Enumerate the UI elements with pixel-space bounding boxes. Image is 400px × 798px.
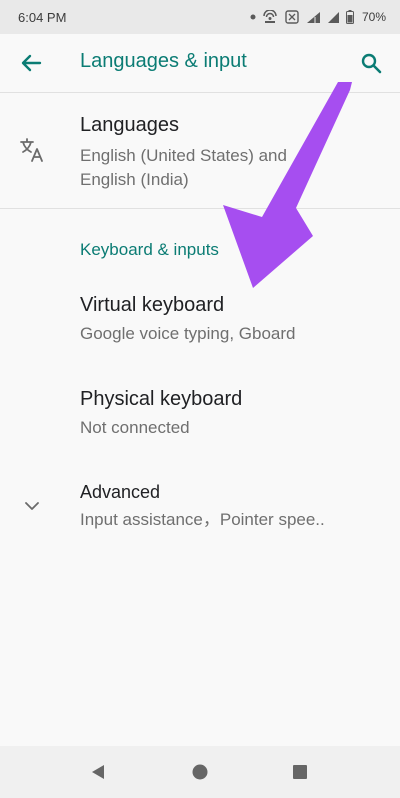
home-circle-icon: [192, 764, 208, 780]
languages-item[interactable]: Languages English (United States) and En…: [0, 92, 400, 209]
status-bar: 6:04 PM 70%: [0, 0, 400, 34]
nav-recents-button[interactable]: [286, 758, 314, 786]
page-title: Languages & input: [80, 50, 247, 72]
back-triangle-icon: [92, 765, 104, 779]
wifi-icon: [306, 11, 320, 23]
app-bar: Languages & input: [0, 34, 400, 93]
hotspot-icon: [263, 10, 277, 23]
nav-back-button[interactable]: [84, 758, 112, 786]
back-button[interactable]: [16, 48, 46, 78]
physical-keyboard-title: Physical keyboard: [80, 388, 243, 410]
virtual-keyboard-subtitle: Google voice typing, Gboard: [80, 324, 296, 343]
nav-home-button[interactable]: [186, 758, 214, 786]
battery-icon: [345, 10, 354, 24]
navigation-bar: [0, 746, 400, 798]
physical-keyboard-item[interactable]: Physical keyboard Not connected: [0, 376, 400, 460]
languages-subtitle-line1: English (United States) and: [80, 146, 287, 165]
advanced-subtitle: Input assistance，Pointer spee..: [80, 510, 325, 529]
virtual-keyboard-title: Virtual keyboard: [80, 294, 225, 316]
search-icon: [361, 53, 382, 74]
signal-icon: [327, 11, 339, 23]
virtual-keyboard-item[interactable]: Virtual keyboard Google voice typing, Gb…: [0, 282, 400, 366]
data-saver-icon: [285, 10, 299, 24]
status-icons: 70%: [250, 9, 386, 25]
translate-icon: [20, 138, 43, 162]
search-button[interactable]: [356, 48, 386, 78]
languages-title: Languages: [80, 114, 179, 136]
section-header-keyboard-inputs: Keyboard & inputs: [80, 240, 219, 259]
physical-keyboard-subtitle: Not connected: [80, 418, 190, 437]
battery-percent: 70%: [361, 10, 386, 24]
dot-icon: [250, 14, 256, 20]
advanced-title: Advanced: [80, 482, 161, 502]
status-time: 6:04 PM: [18, 9, 67, 25]
languages-subtitle-line2: English (India): [80, 170, 189, 189]
advanced-item[interactable]: Advanced Input assistance，Pointer spee..: [0, 470, 400, 550]
arrow-left-icon: [21, 54, 42, 72]
chevron-down-icon: [25, 502, 39, 510]
recents-square-icon: [293, 765, 307, 779]
